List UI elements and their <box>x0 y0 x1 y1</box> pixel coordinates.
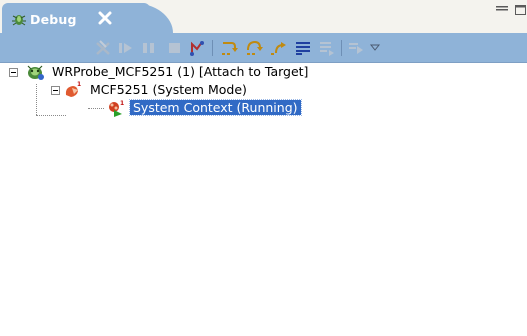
tree-item-cpu[interactable]: 1 MCF5251 (System Mode) <box>0 81 420 99</box>
tree-item-label: WRProbe_MCF5251 (1) [Attach to Target] <box>52 64 309 79</box>
close-x-icon[interactable] <box>97 10 113 26</box>
collapse-toggle[interactable] <box>9 68 18 77</box>
minimize-icon[interactable] <box>494 3 510 16</box>
use-step-filters-icon[interactable] <box>347 39 365 57</box>
tree-item-label: MCF5251 (System Mode) <box>90 82 247 97</box>
instruction-stepping-icon[interactable] <box>294 39 312 57</box>
tab-debug[interactable]: Debug <box>2 3 172 33</box>
cpu-system-mode-icon: 1 <box>65 81 81 97</box>
target-connection-icon <box>27 65 44 80</box>
running-context-icon: 1 <box>109 100 124 117</box>
disconnect-icon[interactable] <box>189 39 207 57</box>
drop-to-frame-icon[interactable] <box>318 39 336 57</box>
svg-text:1: 1 <box>77 81 81 88</box>
resume-icon[interactable] <box>117 39 135 57</box>
collapse-toggle[interactable] <box>51 86 60 95</box>
tree-item-system-context[interactable]: 1 System Context (Running) <box>0 99 420 117</box>
tree-item-label: System Context (Running) <box>129 99 302 116</box>
svg-text:1: 1 <box>120 100 124 107</box>
tab-title: Debug <box>30 12 77 27</box>
debug-toolbar <box>0 33 527 63</box>
terminate-icon[interactable] <box>166 39 184 57</box>
view-tab-strip: Debug <box>0 0 527 33</box>
step-return-icon[interactable] <box>270 39 288 57</box>
suspend-icon[interactable] <box>140 39 158 57</box>
toolbar-separator <box>212 40 213 56</box>
remove-all-terminated-icon[interactable] <box>94 39 112 57</box>
maximize-icon[interactable] <box>513 3 527 16</box>
debug-tree: WRProbe_MCF5251 (1) [Attach to Target] 1… <box>0 63 527 336</box>
tree-item-probe[interactable]: WRProbe_MCF5251 (1) [Attach to Target] <box>0 63 420 81</box>
tree-connector <box>88 108 104 109</box>
debug-bug-icon <box>12 15 26 26</box>
toolbar-separator <box>341 40 342 56</box>
view-menu-icon[interactable] <box>369 39 381 57</box>
step-over-icon[interactable] <box>245 39 263 57</box>
step-into-icon[interactable] <box>220 39 238 57</box>
